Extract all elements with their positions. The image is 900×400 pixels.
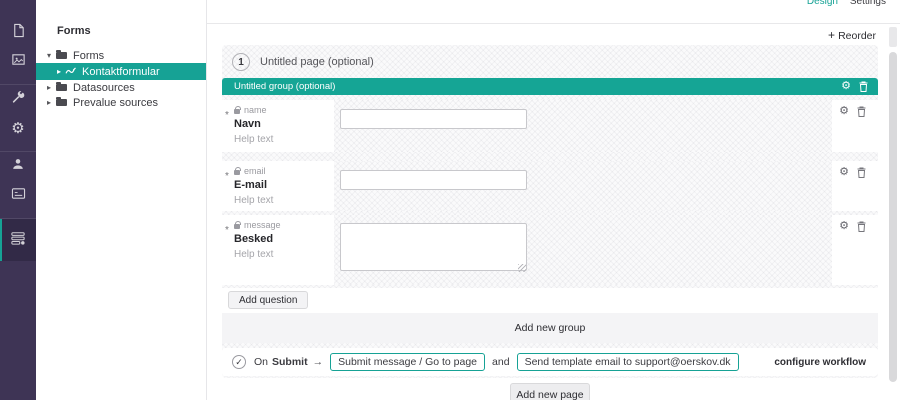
folder-icon — [56, 52, 67, 59]
sidebar-item-forms[interactable] — [0, 219, 36, 261]
lock-icon — [234, 170, 240, 175]
folder-icon — [56, 99, 67, 106]
field-label: Navn — [234, 118, 261, 130]
required-marker: * — [225, 171, 229, 182]
field-preview-input[interactable] — [340, 109, 527, 129]
sidebar-item-packages[interactable]: ⚙ — [0, 114, 36, 143]
required-marker: * — [225, 225, 229, 236]
lock-icon — [234, 224, 240, 229]
sidebar-item-media[interactable] — [0, 47, 36, 76]
workflow-on-label: On — [254, 356, 268, 368]
reorder-button[interactable]: +Reorder — [828, 28, 876, 42]
tree-item-kontaktformular[interactable]: ▸ Kontaktformular — [36, 63, 206, 80]
workflow-step-submit-message[interactable]: Submit message / Go to page — [330, 353, 485, 371]
field-settings-gear-icon[interactable]: ⚙ — [839, 167, 849, 178]
workflow-check-icon[interactable]: ✓ — [232, 355, 246, 369]
field-row-navn[interactable]: * name Navn Help text ⚙ — [222, 100, 878, 152]
caret-right-icon[interactable]: ▸ — [54, 67, 64, 76]
form-pen-icon — [65, 67, 77, 76]
group-delete-trash-icon[interactable] — [859, 81, 868, 92]
field-help-text: Help text — [234, 195, 273, 206]
tab-settings[interactable]: Settings — [850, 0, 886, 7]
configure-workflow-link[interactable]: configure workflow — [774, 357, 866, 368]
resize-grip-icon[interactable] — [518, 264, 526, 272]
field-machine-name: email — [244, 166, 266, 176]
page-header: 1 Untitled page (optional) — [232, 53, 374, 71]
field-help-text: Help text — [234, 134, 273, 145]
sidebar-item-settings[interactable] — [0, 85, 36, 114]
sidebar-item-members[interactable] — [0, 181, 36, 210]
field-machine-name: message — [244, 220, 281, 230]
page-number-badge: 1 — [232, 53, 250, 71]
group-settings-gear-icon[interactable]: ⚙ — [841, 81, 851, 92]
field-settings-gear-icon[interactable]: ⚙ — [839, 106, 849, 117]
group-header[interactable]: Untitled group (optional) ⚙ — [222, 78, 878, 95]
add-question-row: Add question — [222, 288, 878, 313]
lock-icon — [234, 109, 240, 114]
field-help-text: Help text — [234, 249, 273, 260]
field-label: Besked — [234, 233, 273, 245]
main-area: Design Settings +Reorder 1 Untitled page… — [207, 0, 900, 400]
field-preview-textarea[interactable] — [340, 223, 527, 271]
tree-item-label[interactable]: Prevalue sources — [73, 97, 158, 109]
field-row-email[interactable]: * email E-mail Help text ⚙ — [222, 161, 878, 211]
editor-header: Design Settings — [207, 0, 900, 24]
caret-right-icon[interactable]: ▸ — [44, 83, 54, 92]
field-label: E-mail — [234, 179, 267, 191]
tree-item-label[interactable]: Datasources — [73, 82, 135, 94]
field-machine-name: name — [244, 105, 267, 115]
page-title[interactable]: Untitled page (optional) — [260, 56, 374, 68]
field-preview-input[interactable] — [340, 170, 527, 190]
add-new-page-button[interactable]: Add new page — [510, 383, 590, 400]
field-delete-trash-icon[interactable] — [857, 167, 866, 178]
workflow-and-label: and — [492, 356, 510, 368]
tree-item-label[interactable]: Kontaktformular — [82, 66, 160, 78]
umbraco-forms-editor: ⚙ Forms ▾ Forms — [0, 0, 900, 400]
plus-icon: + — [828, 28, 835, 42]
sidebar-item-content[interactable] — [0, 18, 36, 47]
tree-item-prevalue-sources[interactable]: ▸ Prevalue sources — [36, 95, 206, 110]
workflow-bar: ✓ On Submit → Submit message / Go to pag… — [222, 348, 878, 376]
folder-icon — [56, 84, 67, 91]
required-marker: * — [225, 110, 229, 121]
add-new-group-button[interactable]: Add new group — [515, 322, 586, 334]
field-delete-trash-icon[interactable] — [857, 106, 866, 117]
group-title[interactable]: Untitled group (optional) — [234, 81, 335, 92]
field-settings-gear-icon[interactable]: ⚙ — [839, 221, 849, 232]
scrollbar-thumb[interactable] — [889, 52, 897, 382]
tree-panel: Forms ▾ Forms ▸ Kontaktformular ▸ Dataso… — [36, 0, 207, 400]
tree-item-label[interactable]: Forms — [73, 50, 104, 62]
form-design-canvas: 1 Untitled page (optional) Untitled grou… — [222, 45, 878, 378]
add-group-strip: Add new group — [222, 313, 878, 343]
sidebar-item-users[interactable] — [0, 152, 36, 181]
field-delete-trash-icon[interactable] — [857, 221, 866, 232]
image-icon — [11, 52, 26, 72]
workflow-step-send-email[interactable]: Send template email to support@oerskov.d… — [517, 353, 739, 371]
caret-down-icon[interactable]: ▾ — [44, 51, 54, 60]
scrollbar-up[interactable] — [889, 27, 897, 47]
tab-design[interactable]: Design — [807, 0, 838, 7]
tree-item-datasources[interactable]: ▸ Datasources — [36, 80, 206, 95]
app-sidebar: ⚙ — [0, 0, 36, 400]
tree-section-title: Forms — [57, 25, 91, 37]
caret-right-icon[interactable]: ▸ — [44, 98, 54, 107]
tree-item-forms[interactable]: ▾ Forms — [36, 48, 206, 63]
add-question-button[interactable]: Add question — [228, 291, 308, 309]
document-icon — [11, 23, 26, 43]
user-icon — [11, 157, 25, 176]
workflow-event: Submit — [272, 356, 308, 368]
arrow-right-icon: → — [313, 356, 324, 368]
gear-icon: ⚙ — [11, 121, 24, 136]
field-row-besked[interactable]: * message Besked Help text ⚙ — [222, 215, 878, 285]
wrench-icon — [11, 90, 25, 109]
id-card-icon — [11, 187, 26, 205]
forms-icon — [10, 231, 26, 250]
